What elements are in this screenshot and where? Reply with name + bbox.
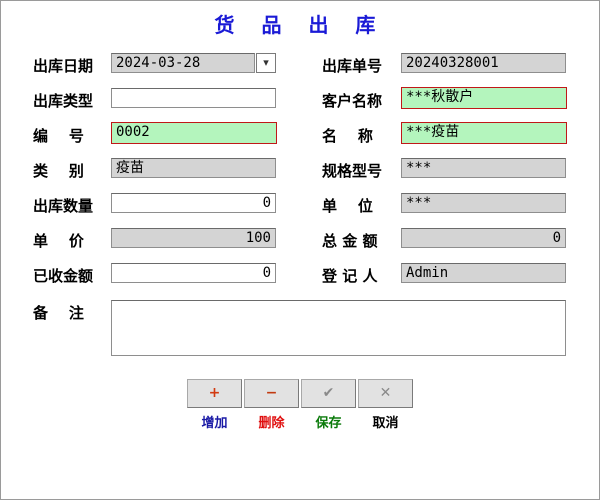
category-label: 类 别	[33, 162, 84, 180]
customer-field[interactable]: ***秋散户	[401, 87, 567, 109]
check-icon: ✔	[322, 385, 335, 401]
delete-button-label[interactable]: 删除	[244, 412, 299, 431]
qty-label: 出库数量	[33, 197, 94, 215]
category-field[interactable]: 疫苗	[111, 158, 276, 178]
cancel-button-label[interactable]: 取消	[358, 412, 413, 431]
date-dropdown-button[interactable]: ▾	[256, 53, 276, 73]
registrar-field[interactable]: Admin	[401, 263, 566, 283]
unit-label: 单 位	[322, 197, 373, 215]
received-field[interactable]: 0	[111, 263, 276, 283]
cross-icon: ✕	[379, 385, 392, 401]
remark-label: 备 注	[33, 304, 84, 322]
remark-textarea[interactable]	[111, 300, 566, 356]
out-type-label: 出库类型	[33, 92, 94, 110]
out-no-label: 出库单号	[322, 57, 383, 75]
spec-field[interactable]: ***	[401, 158, 566, 178]
unit-field[interactable]: ***	[401, 193, 566, 213]
received-label: 已收金额	[33, 267, 94, 285]
spec-label: 规格型号	[322, 162, 383, 180]
name-field[interactable]: ***疫苗	[401, 122, 567, 144]
qty-field[interactable]: 0	[111, 193, 276, 213]
registrar-label: 登 记 人	[322, 267, 378, 285]
page-title: 货 品 出 库	[214, 13, 386, 37]
price-field[interactable]: 100	[111, 228, 276, 248]
delete-button[interactable]: −	[244, 379, 299, 408]
code-field[interactable]: 0002	[111, 122, 277, 144]
out-date-label: 出库日期	[33, 57, 94, 75]
chevron-down-icon: ▾	[263, 56, 269, 69]
save-button-label[interactable]: 保存	[301, 412, 356, 431]
customer-label: 客户名称	[322, 92, 383, 110]
save-button[interactable]: ✔	[301, 379, 356, 408]
out-no-field[interactable]: 20240328001	[401, 53, 566, 73]
price-label: 单 价	[33, 232, 84, 250]
out-date-field[interactable]: 2024-03-28	[111, 53, 255, 73]
out-type-field[interactable]	[111, 88, 276, 108]
total-field[interactable]: 0	[401, 228, 566, 248]
plus-icon: +	[208, 385, 221, 401]
total-label: 总 金 额	[322, 232, 378, 250]
minus-icon: −	[265, 385, 278, 401]
cancel-button[interactable]: ✕	[358, 379, 413, 408]
code-label: 编 号	[33, 127, 84, 145]
add-button-label[interactable]: 增加	[187, 412, 242, 431]
add-button[interactable]: +	[187, 379, 242, 408]
name-label: 名 称	[322, 127, 373, 145]
